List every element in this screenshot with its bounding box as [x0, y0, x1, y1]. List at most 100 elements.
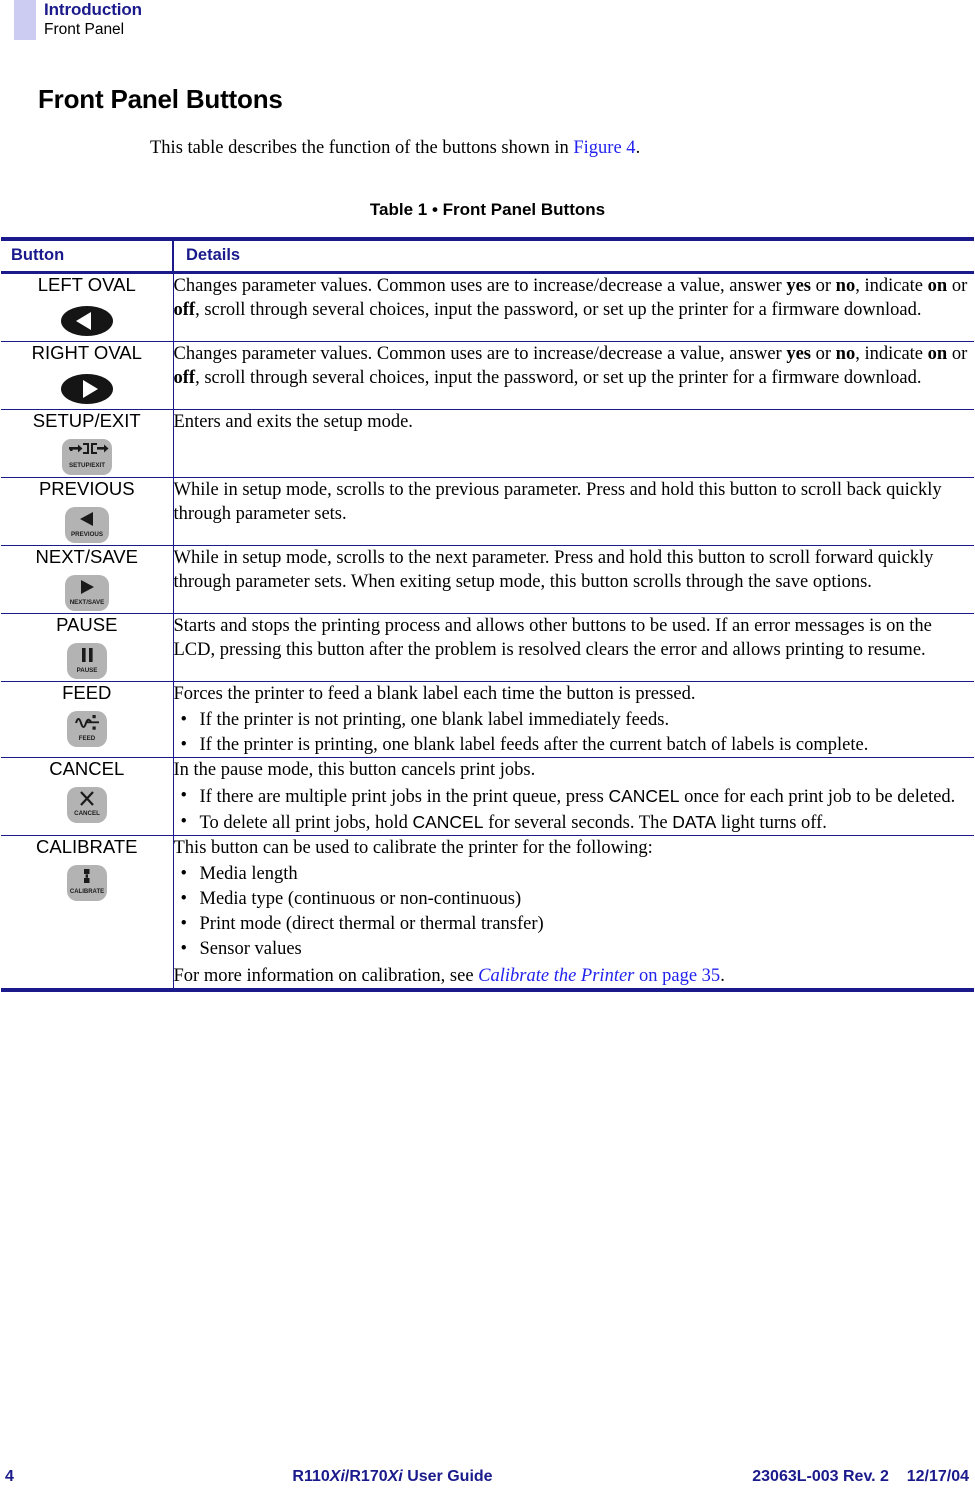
details-cell: Starts and stops the printing process an… — [172, 613, 974, 682]
details-bullet-list: Media length Media type (continuous or n… — [174, 862, 975, 961]
button-name-label: PAUSE — [56, 614, 118, 635]
previous-button-icon: PREVIOUS — [1, 505, 173, 545]
details-footnote-paragraph: For more information on calibration, see… — [174, 964, 975, 988]
page-footer: 4 R110Xi/R170Xi User Guide 23063L-003 Re… — [0, 1468, 975, 1498]
details-paragraph: Enters and exits the setup mode. — [173, 412, 413, 432]
bullet-item: If there are multiple print jobs in the … — [174, 784, 975, 809]
button-name-label: CANCEL — [49, 758, 125, 779]
table-row: NEXT/SAVE NEXT/SAVE While in setup mode,… — [1, 545, 974, 614]
details-cell: Changes parameter values. Common uses ar… — [172, 341, 974, 410]
figure-4-cross-reference-link[interactable]: Figure 4 — [573, 138, 635, 158]
text-run-italic: Xi — [387, 1468, 403, 1485]
text-run: Changes parameter values. Common uses ar… — [173, 344, 787, 364]
column-header-details: Details — [172, 237, 974, 274]
text-run: once for each print job to be deleted. — [679, 787, 956, 807]
text-run: or — [810, 276, 836, 296]
details-paragraph: Starts and stops the printing process an… — [173, 616, 932, 660]
running-header: Introduction Front Panel — [0, 0, 975, 48]
table-row: PREVIOUS PREVIOUS While in setup mode, s… — [1, 477, 974, 546]
text-run: If there are multiple print jobs in the … — [199, 787, 609, 807]
cancel-button-icon: CANCEL — [1, 785, 173, 825]
bullet-item: If the printer is printing, one blank la… — [174, 733, 975, 757]
bullet-item: Print mode (direct thermal or thermal tr… — [174, 912, 975, 936]
details-bullet-list: If the printer is not printing, one blan… — [174, 708, 975, 757]
table-row: PAUSE PAUSE Starts and stops the printin… — [1, 613, 974, 682]
details-cell: Changes parameter values. Common uses ar… — [172, 272, 975, 342]
details-paragraph: While in setup mode, scrolls to the next… — [173, 548, 934, 592]
page-reference-link[interactable]: on page 35 — [634, 966, 720, 986]
bold-term-yes: yes — [786, 344, 811, 364]
button-name-label: PREVIOUS — [38, 478, 135, 499]
text-run: For more information on calibration, see — [173, 966, 479, 986]
details-cell: While in setup mode, scrolls to the prev… — [172, 477, 974, 546]
text-run: or — [947, 276, 968, 296]
text-run-italic: Xi — [329, 1468, 345, 1485]
cancel-icon-caption: CANCEL — [74, 810, 100, 817]
details-paragraph: This button can be used to calibrate the… — [173, 838, 653, 858]
front-panel-buttons-table-wrapper: Button Details LEFT OVAL Changes paramet… — [1, 237, 974, 992]
text-run: for several seconds. The — [483, 813, 673, 833]
text-run: . — [720, 966, 725, 986]
button-cell-cancel: CANCEL CANCEL — [1, 757, 173, 836]
previous-icon-caption: PREVIOUS — [71, 531, 103, 538]
details-cell: Forces the printer to feed a blank label… — [172, 681, 975, 758]
details-cell: Enters and exits the setup mode. — [172, 409, 974, 478]
header-color-swatch — [14, 0, 36, 40]
button-cell-feed: FEED FEED — [1, 681, 173, 758]
button-cell-left-oval: LEFT OVAL — [1, 272, 173, 342]
button-cell-right-oval: RIGHT OVAL — [1, 341, 173, 410]
footer-revision-info: 23063L-003 Rev. 2 12/17/04 — [752, 1468, 969, 1485]
details-paragraph: In the pause mode, this button cancels p… — [173, 760, 536, 780]
table-row: CANCEL CANCEL In the pause mode, this bu… — [1, 757, 975, 836]
header-chapter-title: Introduction — [44, 0, 142, 19]
bold-term-off: off — [173, 300, 196, 320]
text-run: R110 — [292, 1468, 330, 1485]
left-oval-button-icon — [1, 301, 173, 341]
button-name-label: SETUP/EXIT — [32, 410, 141, 431]
key-name-cancel: CANCEL — [608, 786, 680, 806]
key-name-cancel: CANCEL — [412, 812, 484, 832]
bullet-item: To delete all print jobs, hold CANCEL fo… — [174, 810, 975, 835]
button-cell-previous: PREVIOUS PREVIOUS — [1, 477, 173, 546]
calibrate-the-printer-cross-reference-link[interactable]: Calibrate the Printer — [478, 966, 634, 986]
text-run: , scroll through several choices, input … — [195, 300, 922, 320]
button-cell-pause: PAUSE PAUSE — [1, 613, 173, 682]
table-row: LEFT OVAL Changes parameter values. Comm… — [1, 272, 975, 342]
text-run: To delete all print jobs, hold — [199, 813, 413, 833]
table-caption: Table 1 • Front Panel Buttons — [369, 200, 606, 219]
button-name-label: NEXT/SAVE — [35, 546, 138, 567]
details-paragraph: While in setup mode, scrolls to the prev… — [173, 480, 942, 524]
header-section-title: Front Panel — [44, 21, 125, 38]
button-name-label: RIGHT OVAL — [31, 342, 142, 363]
intro-text-before: This table describes the function of the… — [150, 138, 574, 158]
feed-icon-caption: FEED — [78, 735, 95, 742]
bullet-item: Sensor values — [174, 937, 975, 961]
setup-exit-icon-caption: SETUP/EXIT — [69, 462, 105, 469]
button-name-label: FEED — [62, 682, 112, 703]
table-row: SETUP/EXIT SETUP/EXIT Enters and exits t… — [1, 409, 974, 478]
text-run: , indicate — [855, 344, 928, 364]
intro-paragraph: This table describes the function of the… — [150, 136, 940, 160]
bold-term-no: no — [835, 344, 856, 364]
text-run: or — [810, 344, 836, 364]
bullet-item: Media length — [174, 862, 975, 886]
details-paragraph: Changes parameter values. Common uses ar… — [174, 274, 975, 322]
details-cell: In the pause mode, this button cancels p… — [172, 757, 975, 836]
text-run: or — [947, 344, 968, 364]
text-run: , scroll through several choices, input … — [195, 368, 922, 388]
calibrate-icon-caption: CALIBRATE — [70, 889, 104, 895]
button-cell-next-save: NEXT/SAVE NEXT/SAVE — [1, 545, 173, 614]
text-run: Changes parameter values. Common uses ar… — [173, 276, 787, 296]
button-name-label: LEFT OVAL — [37, 274, 136, 295]
bold-term-on: on — [927, 344, 948, 364]
bold-term-on: on — [927, 276, 948, 296]
details-cell: This button can be used to calibrate the… — [172, 835, 975, 992]
bold-term-off: off — [173, 368, 196, 388]
key-name-data: DATA — [672, 812, 717, 832]
page-title: Front Panel Buttons — [38, 84, 283, 114]
text-run: , indicate — [855, 276, 928, 296]
table-row: FEED FEED Forces the printer to feed a b… — [1, 681, 975, 758]
setup-exit-button-icon: SETUP/EXIT — [1, 437, 173, 477]
front-panel-buttons-table: Button Details LEFT OVAL Changes paramet… — [1, 237, 974, 992]
next-save-button-icon: NEXT/SAVE — [1, 573, 173, 613]
